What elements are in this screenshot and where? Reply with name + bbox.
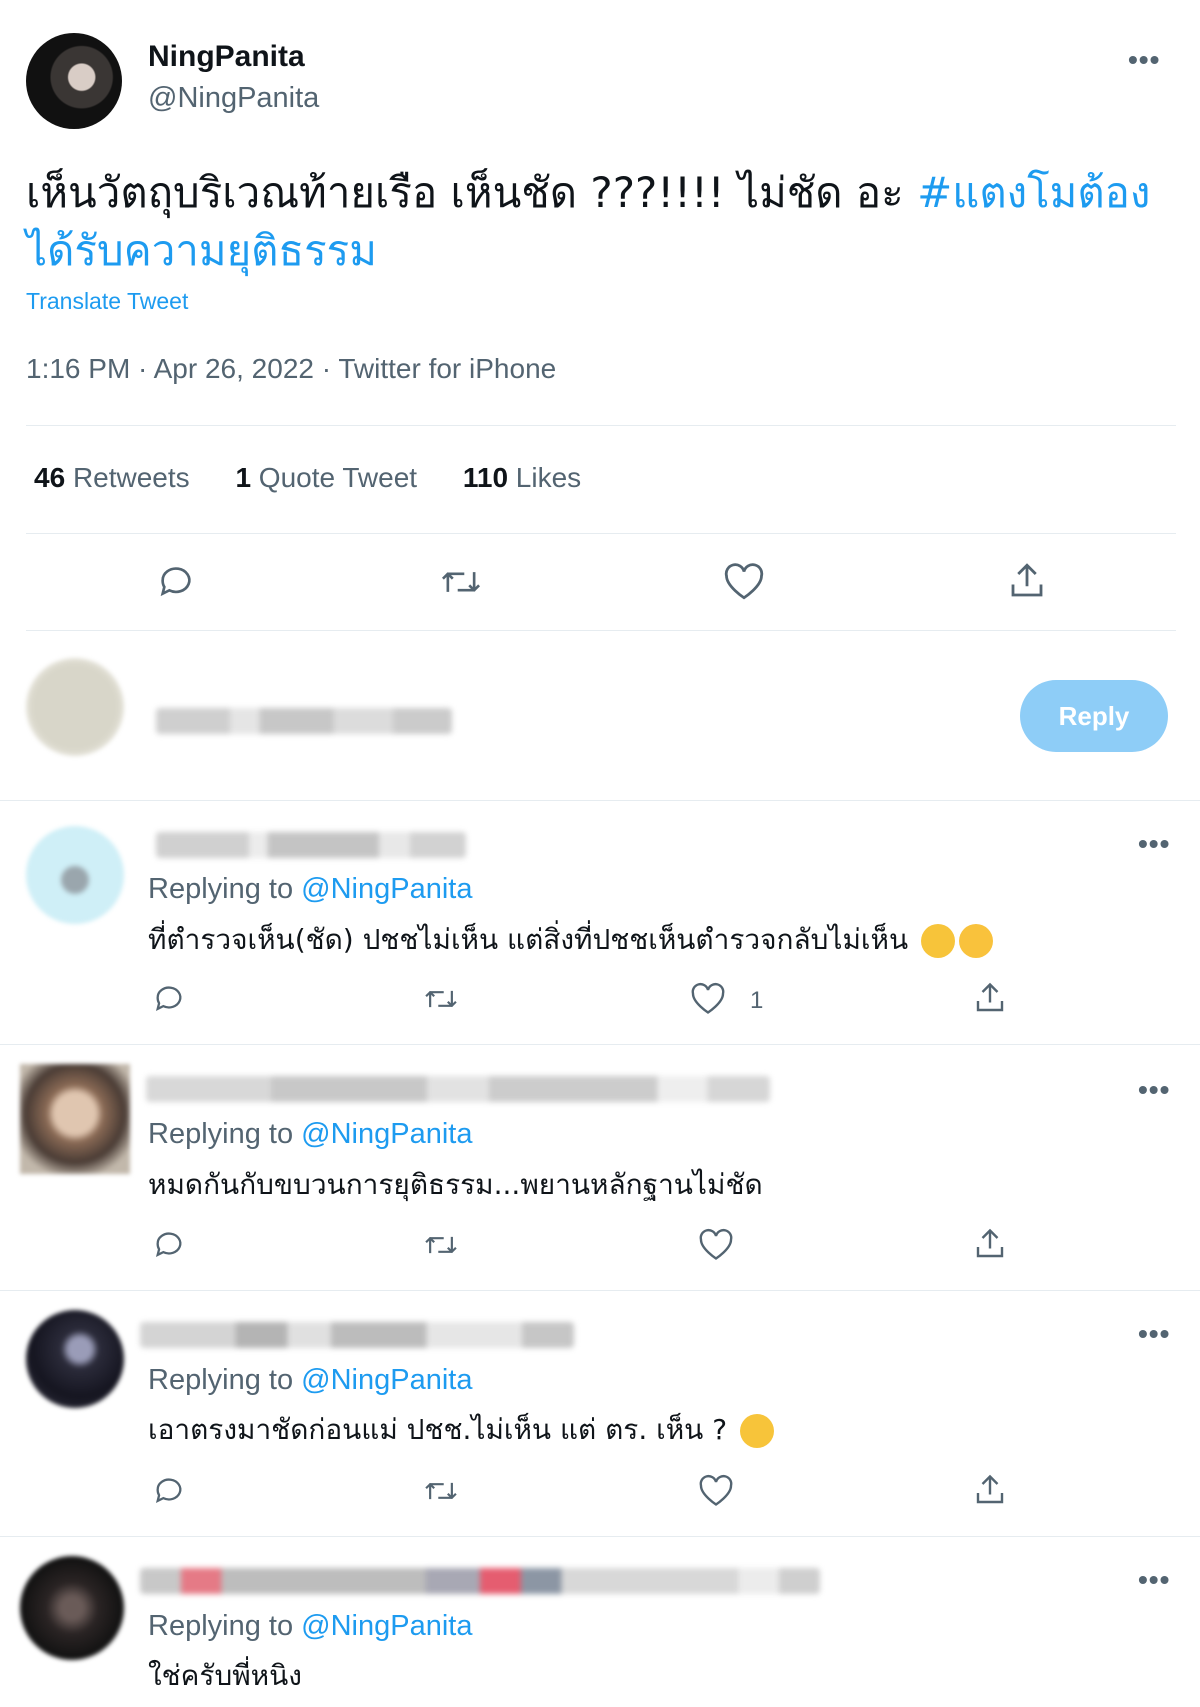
reply-icon[interactable]: [152, 1474, 186, 1508]
more-options-icon[interactable]: •••: [1138, 1074, 1170, 1106]
likes-stat[interactable]: 110 Likes: [463, 462, 581, 493]
more-options-icon[interactable]: •••: [1138, 828, 1170, 860]
retweets-stat[interactable]: 46 Retweets: [34, 462, 190, 493]
divider: [26, 533, 1176, 534]
share-icon[interactable]: [1006, 560, 1048, 602]
eye-roll-emoji: [739, 1414, 774, 1448]
more-options-icon[interactable]: •••: [1138, 1318, 1170, 1350]
reply-author-name[interactable]: [140, 1322, 574, 1348]
reply-text: ใช่ครับพี่หนิง: [148, 1659, 302, 1692]
reply-text: ที่ตำรวจเห็น(ชัด) ปชชไม่เห็น แต่สิ่งที่ป…: [148, 918, 993, 962]
reply-text: หมดกันกับขบวนการยุติธรรม...พยานหลักฐานไม…: [148, 1168, 763, 1201]
engagement-stats: 46 Retweets 1 Quote Tweet 110 Likes: [34, 462, 619, 494]
reply-author-name[interactable]: [140, 1568, 820, 1594]
like-icon[interactable]: [690, 982, 726, 1016]
divider: [0, 1536, 1200, 1537]
share-icon[interactable]: [972, 980, 1008, 1016]
author-avatar[interactable]: [26, 33, 122, 129]
reply-author-name[interactable]: [156, 832, 466, 858]
reply-button[interactable]: Reply: [1020, 680, 1168, 752]
retweet-icon[interactable]: [422, 1474, 460, 1508]
tweet-text: เห็นวัตถุบริเวณท้ายเรือ เห็นชัด ???!!!! …: [26, 164, 1156, 280]
like-count: 1: [750, 987, 764, 1014]
replying-to-label: Replying to @NingPanita: [148, 1364, 473, 1396]
retweet-icon[interactable]: [438, 562, 484, 602]
share-icon[interactable]: [972, 1226, 1008, 1262]
divider: [0, 1044, 1200, 1045]
like-icon[interactable]: [698, 1228, 734, 1262]
reply-avatar[interactable]: [26, 1310, 124, 1408]
own-avatar: [26, 658, 124, 756]
author-display-name[interactable]: NingPanita: [148, 40, 305, 74]
replying-to-label: Replying to @NingPanita: [148, 1610, 473, 1642]
replying-to-label: Replying to @NingPanita: [148, 1118, 473, 1150]
reply-avatar[interactable]: [20, 1064, 130, 1174]
more-options-icon[interactable]: •••: [1138, 1564, 1170, 1596]
translate-tweet-link[interactable]: Translate Tweet: [26, 288, 188, 315]
replying-to-handle[interactable]: @NingPanita: [301, 873, 472, 905]
quote-tweets-stat[interactable]: 1 Quote Tweet: [235, 462, 417, 493]
replying-to-handle[interactable]: @NingPanita: [301, 1610, 472, 1642]
divider: [0, 1290, 1200, 1291]
like-icon[interactable]: [698, 1474, 734, 1508]
reply-icon[interactable]: [152, 1228, 186, 1262]
crying-face-emoji: [959, 924, 993, 958]
replying-to-handle[interactable]: @NingPanita: [301, 1118, 472, 1150]
divider: [26, 425, 1176, 426]
share-icon[interactable]: [972, 1472, 1008, 1508]
replying-to-label: Replying to @NingPanita: [148, 873, 473, 905]
reply-text: เอาตรงมาชัดก่อนแม่ ปชช.ไม่เห็น แต่ ตร. เ…: [148, 1408, 774, 1452]
reply-avatar[interactable]: [26, 826, 124, 924]
dizzy-face-emoji: [921, 924, 955, 958]
author-handle[interactable]: @NingPanita: [148, 82, 319, 115]
divider: [26, 630, 1176, 631]
reply-icon[interactable]: [152, 982, 186, 1016]
like-icon[interactable]: [723, 562, 765, 602]
tweet-body: เห็นวัตถุบริเวณท้ายเรือ เห็นชัด ???!!!! …: [26, 168, 918, 217]
replying-to-handle[interactable]: @NingPanita: [301, 1364, 472, 1396]
reply-composer-input[interactable]: [156, 708, 452, 734]
reply-avatar[interactable]: [20, 1556, 124, 1660]
tweet-timestamp[interactable]: 1:16 PM · Apr 26, 2022 · Twitter for iPh…: [26, 353, 556, 385]
retweet-icon[interactable]: [422, 982, 460, 1016]
reply-author-name[interactable]: [146, 1076, 770, 1102]
divider: [0, 800, 1200, 801]
more-options-icon[interactable]: •••: [1128, 44, 1160, 76]
retweet-icon[interactable]: [422, 1228, 460, 1262]
reply-icon[interactable]: [156, 562, 196, 602]
